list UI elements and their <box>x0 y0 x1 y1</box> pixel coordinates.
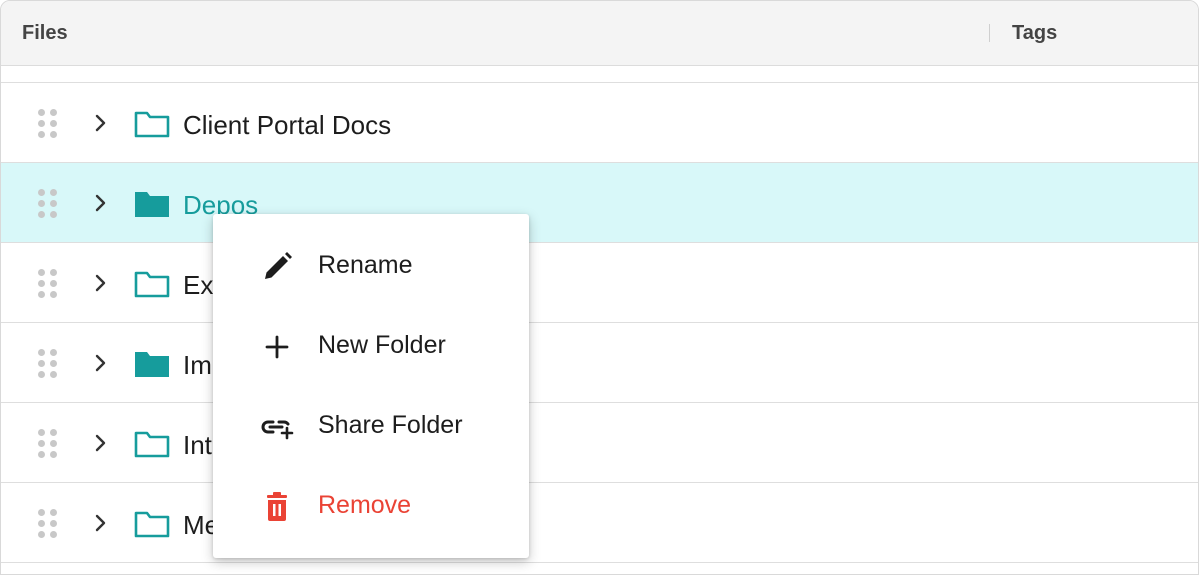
folder-outline-icon <box>134 511 170 538</box>
menu-item-remove[interactable]: Remove <box>213 467 529 547</box>
chevron-right-icon[interactable] <box>93 193 109 213</box>
folder-name[interactable]: Ex <box>183 270 213 301</box>
menu-item-new-folder[interactable]: New Folder <box>213 307 529 387</box>
pencil-icon <box>265 252 292 279</box>
drag-handle-icon[interactable] <box>38 429 58 459</box>
link-add-icon <box>261 420 294 440</box>
chevron-right-icon[interactable] <box>93 273 109 293</box>
drag-handle-icon[interactable] <box>38 189 58 219</box>
plus-icon <box>265 335 289 359</box>
chevron-right-icon[interactable] <box>93 353 109 373</box>
folder-filled-icon <box>135 192 169 217</box>
folder-filled-icon <box>135 352 169 377</box>
folder-outline-icon <box>134 271 170 298</box>
folder-outline-icon <box>134 431 170 458</box>
chevron-right-icon[interactable] <box>93 113 109 133</box>
table-header: Files Tags <box>1 1 1198 66</box>
chevron-right-icon[interactable] <box>93 433 109 453</box>
drag-handle-icon[interactable] <box>38 509 58 539</box>
drag-handle-icon[interactable] <box>38 269 58 299</box>
folder-outline-icon <box>134 111 170 138</box>
drag-handle-icon[interactable] <box>38 349 58 379</box>
files-column-header[interactable]: Files <box>22 22 68 45</box>
column-divider[interactable] <box>989 24 990 42</box>
folder-row-selected[interactable]: Depos <box>1 163 1198 243</box>
folder-row[interactable]: Im <box>1 323 1198 403</box>
file-tree-panel: Files Tags Client Portal Docs Depos Ex I… <box>0 0 1199 575</box>
tags-column-header[interactable]: Tags <box>1012 22 1057 45</box>
drag-handle-icon[interactable] <box>38 109 58 139</box>
menu-item-label: Remove <box>318 491 412 519</box>
menu-item-rename[interactable]: Rename <box>213 227 529 307</box>
folder-name[interactable]: Int <box>183 430 212 461</box>
folder-row[interactable]: Client Portal Docs <box>1 83 1198 163</box>
menu-item-label: Rename <box>318 251 413 279</box>
context-menu: Rename New Folder Share Folder Remove <box>213 214 529 558</box>
folder-row[interactable]: Me <box>1 483 1198 563</box>
chevron-right-icon[interactable] <box>93 513 109 533</box>
trash-icon <box>267 492 287 521</box>
menu-item-label: New Folder <box>318 331 446 359</box>
folder-name[interactable]: Client Portal Docs <box>183 110 391 141</box>
menu-item-label: Share Folder <box>318 411 463 439</box>
menu-item-share-folder[interactable]: Share Folder <box>213 387 529 467</box>
folder-row[interactable]: Ex <box>1 243 1198 323</box>
folder-name[interactable]: Im <box>183 350 212 381</box>
folder-row[interactable]: Int <box>1 403 1198 483</box>
